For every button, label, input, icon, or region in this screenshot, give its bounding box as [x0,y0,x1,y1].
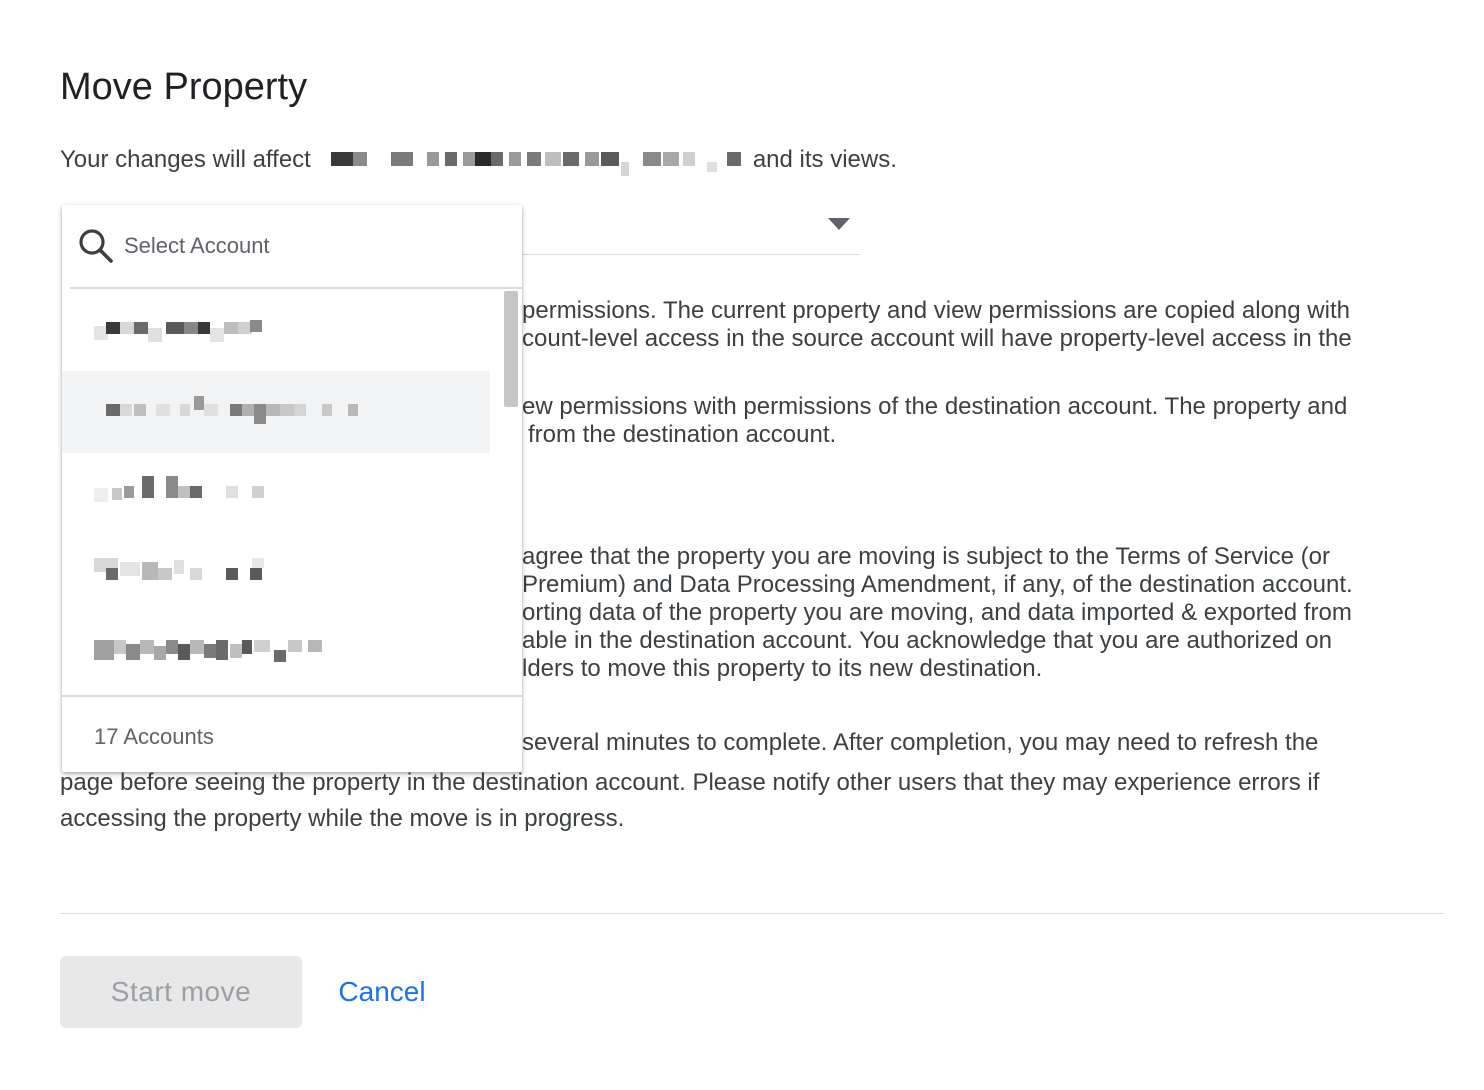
affect-suffix: and its views. [752,146,897,173]
account-search-input[interactable] [124,233,444,259]
affect-line: Your changes will affect and its views. [60,146,897,176]
dialog-title: Move Property [60,66,308,108]
permissions-paragraph-1: permissions. The current property and vi… [522,297,1352,352]
account-search-box[interactable] [62,205,522,287]
dropdown-divider-bottom [62,695,522,697]
account-count: 17 Accounts [94,724,214,749]
duration-paragraph-line1: several minutes to complete. After compl… [522,729,1319,756]
search-icon [79,229,113,263]
account-option[interactable] [62,453,490,535]
arrow-drop-down-icon[interactable] [828,218,850,230]
duration-paragraph-rest: page before seeing the property in the d… [60,769,1320,832]
redacted-property-name [330,146,743,176]
destination-select-underline [522,254,860,255]
start-move-button[interactable]: Start move [60,956,302,1028]
account-option[interactable] [62,289,490,371]
account-option-highlighted[interactable] [62,371,490,453]
scrollbar-thumb[interactable] [504,291,518,407]
terms-paragraph: agree that the property you are moving i… [522,543,1353,682]
account-option[interactable] [62,535,490,617]
affect-prefix: Your changes will affect [60,146,311,173]
account-list [62,289,522,695]
account-dropdown: 17 Accounts [62,205,522,772]
account-option[interactable] [62,617,490,695]
cancel-button[interactable]: Cancel [322,956,442,1028]
footer-divider [60,913,1444,914]
permissions-paragraph-2: ew permissions with permissions of the d… [522,393,1348,448]
